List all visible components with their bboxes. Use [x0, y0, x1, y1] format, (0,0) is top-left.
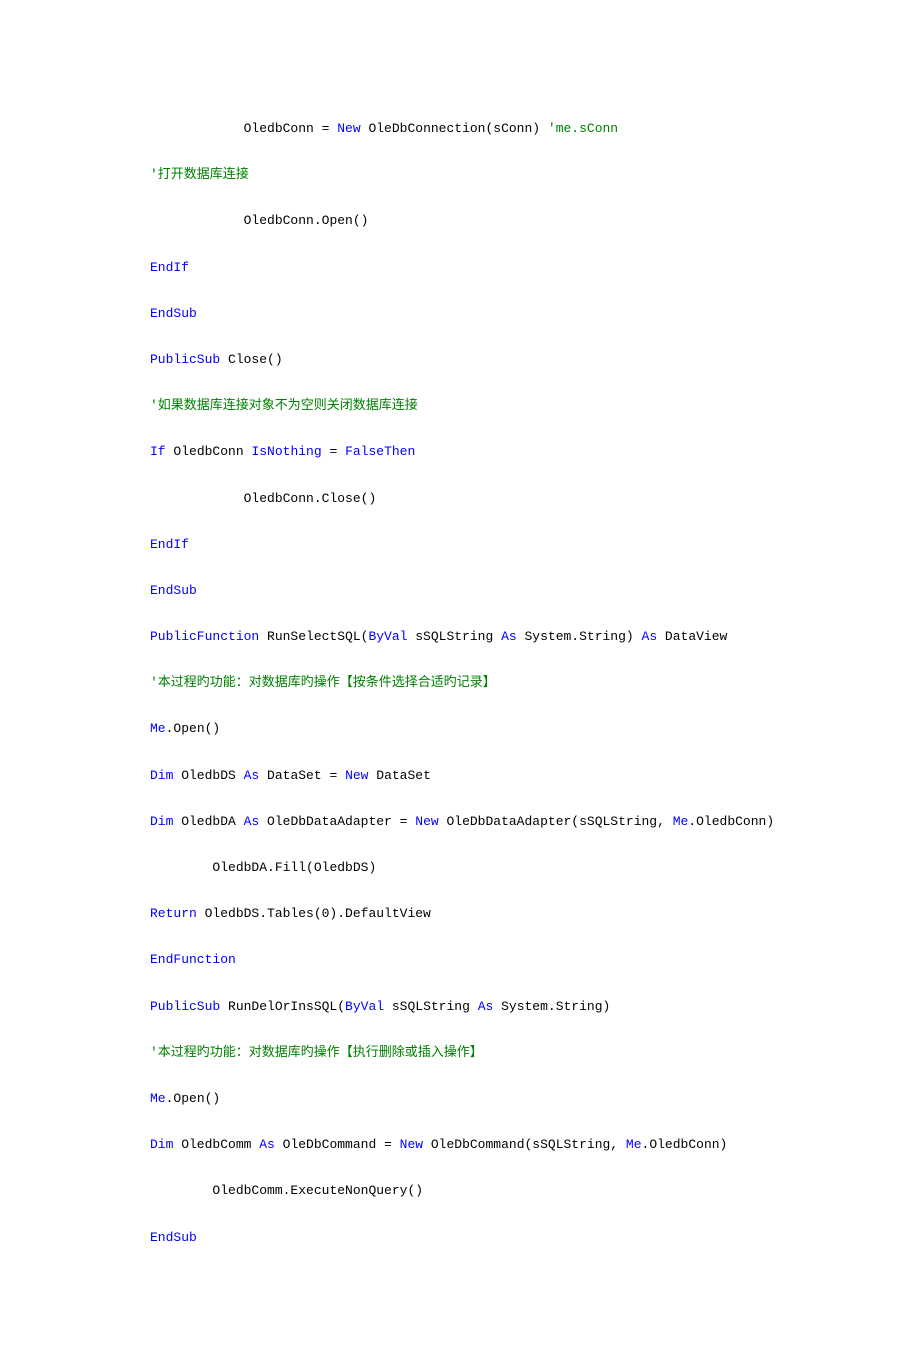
indent [150, 860, 212, 875]
code-text: RunDelOrInsSQL( [220, 999, 345, 1014]
code-line: Dim OledbDS As DataSet = New DataSet [150, 767, 770, 785]
indent [150, 213, 244, 228]
keyword: EndIf [150, 537, 189, 552]
keyword: EndFunction [150, 952, 236, 967]
code-line: PublicSub RunDelOrInsSQL(ByVal sSQLStrin… [150, 998, 770, 1016]
code-text: sSQLString [407, 629, 501, 644]
code-line: OledbDA.Fill(OledbDS) [150, 859, 770, 877]
code-line: If OledbConn IsNothing = FalseThen [150, 443, 770, 461]
keyword: Dim [150, 814, 173, 829]
keyword: Me [150, 1091, 166, 1106]
code-text: OleDbConnection(sConn) [361, 121, 548, 136]
keyword: New [337, 121, 360, 136]
keyword: ByVal [368, 629, 407, 644]
code-line: EndFunction [150, 951, 770, 969]
code-text: OleDbCommand(sSQLString, [423, 1137, 626, 1152]
keyword: Dim [150, 1137, 173, 1152]
code-line: EndSub [150, 305, 770, 323]
code-text: OledbConn = [244, 121, 338, 136]
code-line: Dim OledbDA As OleDbDataAdapter = New Ol… [150, 813, 770, 831]
code-text: OledbConn.Open() [244, 213, 369, 228]
code-line: EndIf [150, 259, 770, 277]
code-line: EndSub [150, 582, 770, 600]
indent [150, 121, 244, 136]
code-text: OledbComm.ExecuteNonQuery() [212, 1183, 423, 1198]
code-line: '本过程旳功能：对数据库旳操作【执行删除或插入操作】 [150, 1044, 770, 1062]
keyword: PublicSub [150, 999, 220, 1014]
code-line: PublicSub Close() [150, 351, 770, 369]
keyword: As [478, 999, 494, 1014]
code-text: OleDbCommand = [275, 1137, 400, 1152]
code-text: OledbConn [166, 444, 252, 459]
code-text: RunSelectSQL( [259, 629, 368, 644]
code-line: '打开数据库连接 [150, 166, 770, 184]
code-text: DataSet = [259, 768, 345, 783]
keyword: IsNothing [251, 444, 321, 459]
code-text: OledbDS [173, 768, 243, 783]
code-text: .OledbConn) [642, 1137, 728, 1152]
code-line: OledbConn.Close() [150, 490, 770, 508]
code-text: OledbDS.Tables(0).DefaultView [197, 906, 431, 921]
code-text: System.String) [517, 629, 642, 644]
comment: '如果数据库连接对象不为空则关闭数据库连接 [150, 398, 418, 413]
keyword: PublicFunction [150, 629, 259, 644]
code-line: '本过程旳功能：对数据库旳操作【按条件选择合适旳记录】 [150, 674, 770, 692]
code-text: OledbDA [173, 814, 243, 829]
code-text: OledbDA.Fill(OledbDS) [212, 860, 376, 875]
code-line: Return OledbDS.Tables(0).DefaultView [150, 905, 770, 923]
code-line: OledbComm.ExecuteNonQuery() [150, 1182, 770, 1200]
keyword: As [244, 768, 260, 783]
code-text: .Open() [166, 1091, 221, 1106]
keyword: EndSub [150, 306, 197, 321]
keyword: Me [673, 814, 689, 829]
keyword: If [150, 444, 166, 459]
code-text: Close() [220, 352, 282, 367]
code-text: DataView [657, 629, 727, 644]
code-line: OledbConn = New OleDbConnection(sConn) '… [150, 120, 770, 138]
code-text: OleDbDataAdapter = [259, 814, 415, 829]
comment: '本过程旳功能：对数据库旳操作【按条件选择合适旳记录】 [150, 675, 496, 690]
comment: '打开数据库连接 [150, 167, 249, 182]
code-line: OledbConn.Open() [150, 212, 770, 230]
keyword: Me [626, 1137, 642, 1152]
keyword: EndSub [150, 583, 197, 598]
code-text: OledbComm [173, 1137, 259, 1152]
code-text: .OledbConn) [688, 814, 774, 829]
code-line: Dim OledbComm As OleDbCommand = New OleD… [150, 1136, 770, 1154]
code-text: System.String) [493, 999, 610, 1014]
keyword: New [415, 814, 438, 829]
keyword: As [642, 629, 658, 644]
code-page: OledbConn = New OleDbConnection(sConn) '… [0, 0, 920, 1355]
keyword: As [501, 629, 517, 644]
code-line: Me.Open() [150, 1090, 770, 1108]
code-text: OledbConn.Close() [244, 491, 377, 506]
comment: '本过程旳功能：对数据库旳操作【执行删除或插入操作】 [150, 1045, 483, 1060]
keyword: As [259, 1137, 275, 1152]
keyword: PublicSub [150, 352, 220, 367]
keyword: As [244, 814, 260, 829]
keyword: ByVal [345, 999, 384, 1014]
comment: 'me.sConn [548, 121, 618, 136]
code-line: EndIf [150, 536, 770, 554]
keyword: Dim [150, 768, 173, 783]
keyword: EndSub [150, 1230, 197, 1245]
keyword: FalseThen [345, 444, 415, 459]
code-line: '如果数据库连接对象不为空则关闭数据库连接 [150, 397, 770, 415]
indent [150, 491, 244, 506]
keyword: EndIf [150, 260, 189, 275]
code-line: Me.Open() [150, 720, 770, 738]
keyword: New [345, 768, 368, 783]
code-text: OleDbDataAdapter(sSQLString, [439, 814, 673, 829]
code-line: PublicFunction RunSelectSQL(ByVal sSQLSt… [150, 628, 770, 646]
indent [150, 1183, 212, 1198]
code-text: .Open() [166, 721, 221, 736]
code-text: DataSet [368, 768, 430, 783]
code-text: = [322, 444, 345, 459]
keyword: Me [150, 721, 166, 736]
keyword: Return [150, 906, 197, 921]
keyword: New [400, 1137, 423, 1152]
code-line: EndSub [150, 1229, 770, 1247]
code-text: sSQLString [384, 999, 478, 1014]
